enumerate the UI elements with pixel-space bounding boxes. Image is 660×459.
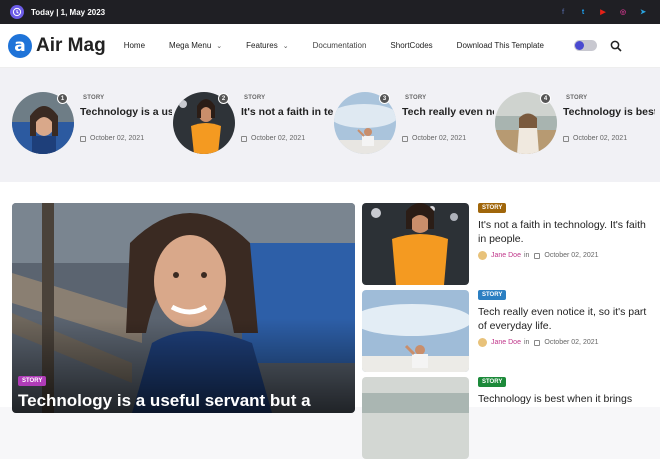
nav-documentation[interactable]: Documentation <box>313 41 367 50</box>
featured-image[interactable] <box>12 203 355 413</box>
category-label[interactable]: STORY <box>244 95 265 101</box>
nav-label: Home <box>123 41 146 50</box>
author-avatar[interactable] <box>478 251 487 260</box>
author-name[interactable]: Jane Doe <box>491 252 521 259</box>
rank-badge: 3 <box>379 93 390 104</box>
trending-posts: 1 STORY Technology is a useful servant b… <box>0 68 660 182</box>
nav-download-template[interactable]: Download This Template <box>457 41 544 50</box>
instagram-icon[interactable]: ◎ <box>616 5 630 19</box>
toggle-knob <box>574 41 584 50</box>
nav-shortcodes[interactable]: ShortCodes <box>390 41 432 50</box>
category-badge[interactable]: STORY <box>18 376 47 386</box>
date-text: October 02, 2021 <box>251 135 306 142</box>
category-badge[interactable]: STORY <box>478 203 507 213</box>
current-date: Today | 1, May 2023 <box>31 7 106 17</box>
trending-item[interactable]: 3 STORY Tech really even notice it, so i… <box>334 92 494 156</box>
category-label[interactable]: STORY <box>405 95 426 101</box>
nav-label: Download This Template <box>456 41 544 50</box>
post-date: October 02, 2021 <box>402 135 466 142</box>
trending-item[interactable]: 1 STORY Technology is a useful servant b… <box>12 92 172 156</box>
in-text: in <box>523 252 530 259</box>
side-post[interactable]: STORY Tech really even notice it, so it'… <box>362 290 652 372</box>
trending-item[interactable]: 2 STORY It's not a faith in technology. … <box>173 92 333 156</box>
telegram-icon[interactable]: ➤ <box>636 5 650 19</box>
post-title[interactable]: It's not a faith in technology. It's fai… <box>478 218 652 246</box>
featured-title[interactable]: Technology is a useful servant but a <box>18 391 311 411</box>
trending-item[interactable]: 4 STORY Technology is best when it bring… <box>495 92 655 156</box>
post-thumbnail[interactable] <box>362 203 469 285</box>
author-avatar[interactable] <box>478 338 487 347</box>
nav-features[interactable]: Features ⌄ <box>246 41 288 50</box>
post-meta: Jane Doe in October 02, 2021 <box>478 251 599 260</box>
site-logo[interactable]: a Air Mag <box>8 33 106 58</box>
nav-label: Mega Menu <box>169 41 212 50</box>
nav-mega-menu[interactable]: Mega Menu ⌄ <box>169 41 222 50</box>
logo-text: Air Mag <box>36 34 106 56</box>
featured-post[interactable]: STORY Technology is a useful servant but… <box>12 203 355 413</box>
rank-badge: 2 <box>218 93 229 104</box>
top-bar: Today | 1, May 2023 f t ▶ ◎ ➤ <box>0 0 660 24</box>
twitter-icon[interactable]: t <box>576 5 590 19</box>
category-label[interactable]: STORY <box>83 95 104 101</box>
date-text: October 02, 2021 <box>573 135 628 142</box>
in-text: in <box>523 339 530 346</box>
clock-icon <box>10 5 24 19</box>
side-post[interactable]: STORY Technology is best when it brings <box>362 377 652 459</box>
post-date: October 02, 2021 <box>544 339 599 346</box>
side-post[interactable]: STORY It's not a faith in technology. It… <box>362 203 652 285</box>
main-nav: Home Mega Menu ⌄ Features ⌄ Documentation … <box>124 41 570 50</box>
date-text: October 02, 2021 <box>412 135 467 142</box>
post-title[interactable]: It's not a faith in technology. It's... <box>241 106 333 119</box>
post-title[interactable]: Technology is best when it brings... <box>563 106 655 119</box>
category-label[interactable]: STORY <box>566 95 587 101</box>
youtube-icon[interactable]: ▶ <box>596 5 610 19</box>
post-title[interactable]: Technology is best when it brings <box>478 392 652 406</box>
category-badge[interactable]: STORY <box>478 377 507 387</box>
post-date: October 02, 2021 <box>563 135 627 142</box>
nav-label: Documentation <box>312 41 367 50</box>
author-name[interactable]: Jane Doe <box>491 339 521 346</box>
facebook-icon[interactable]: f <box>556 5 570 19</box>
post-meta: Jane Doe in October 02, 2021 <box>478 338 599 347</box>
post-title[interactable]: Tech really even notice it, so it's part… <box>478 305 652 333</box>
search-icon[interactable] <box>608 38 624 54</box>
post-date: October 02, 2021 <box>80 135 144 142</box>
post-title[interactable]: Technology is a useful servant b... <box>80 106 172 119</box>
calendar-icon <box>534 339 541 346</box>
calendar-icon <box>402 135 408 142</box>
calendar-icon <box>563 135 569 142</box>
calendar-icon <box>534 252 541 259</box>
social-links: f t ▶ ◎ ➤ <box>556 5 650 19</box>
category-badge[interactable]: STORY <box>478 290 507 300</box>
chevron-down-icon: ⌄ <box>216 42 223 50</box>
main-content: STORY Technology is a useful servant but… <box>0 182 660 459</box>
dark-mode-toggle[interactable] <box>573 40 597 51</box>
post-thumbnail[interactable] <box>362 290 469 372</box>
rank-badge: 1 <box>57 93 68 104</box>
calendar-icon <box>80 135 86 142</box>
nav-label: ShortCodes <box>390 41 433 50</box>
post-title[interactable]: Tech really even notice it, so it's... <box>402 106 494 119</box>
post-thumbnail[interactable] <box>362 377 469 459</box>
chevron-down-icon: ⌄ <box>282 42 289 50</box>
site-header: a Air Mag Home Mega Menu ⌄ Features ⌄ Docu… <box>0 24 660 68</box>
nav-home[interactable]: Home <box>124 41 145 50</box>
post-date: October 02, 2021 <box>241 135 305 142</box>
nav-label: Features <box>246 41 278 50</box>
calendar-icon <box>241 135 247 142</box>
rank-badge: 4 <box>540 93 551 104</box>
date-text: October 02, 2021 <box>90 135 145 142</box>
post-date: October 02, 2021 <box>544 252 599 259</box>
logo-mark: a <box>8 33 32 58</box>
